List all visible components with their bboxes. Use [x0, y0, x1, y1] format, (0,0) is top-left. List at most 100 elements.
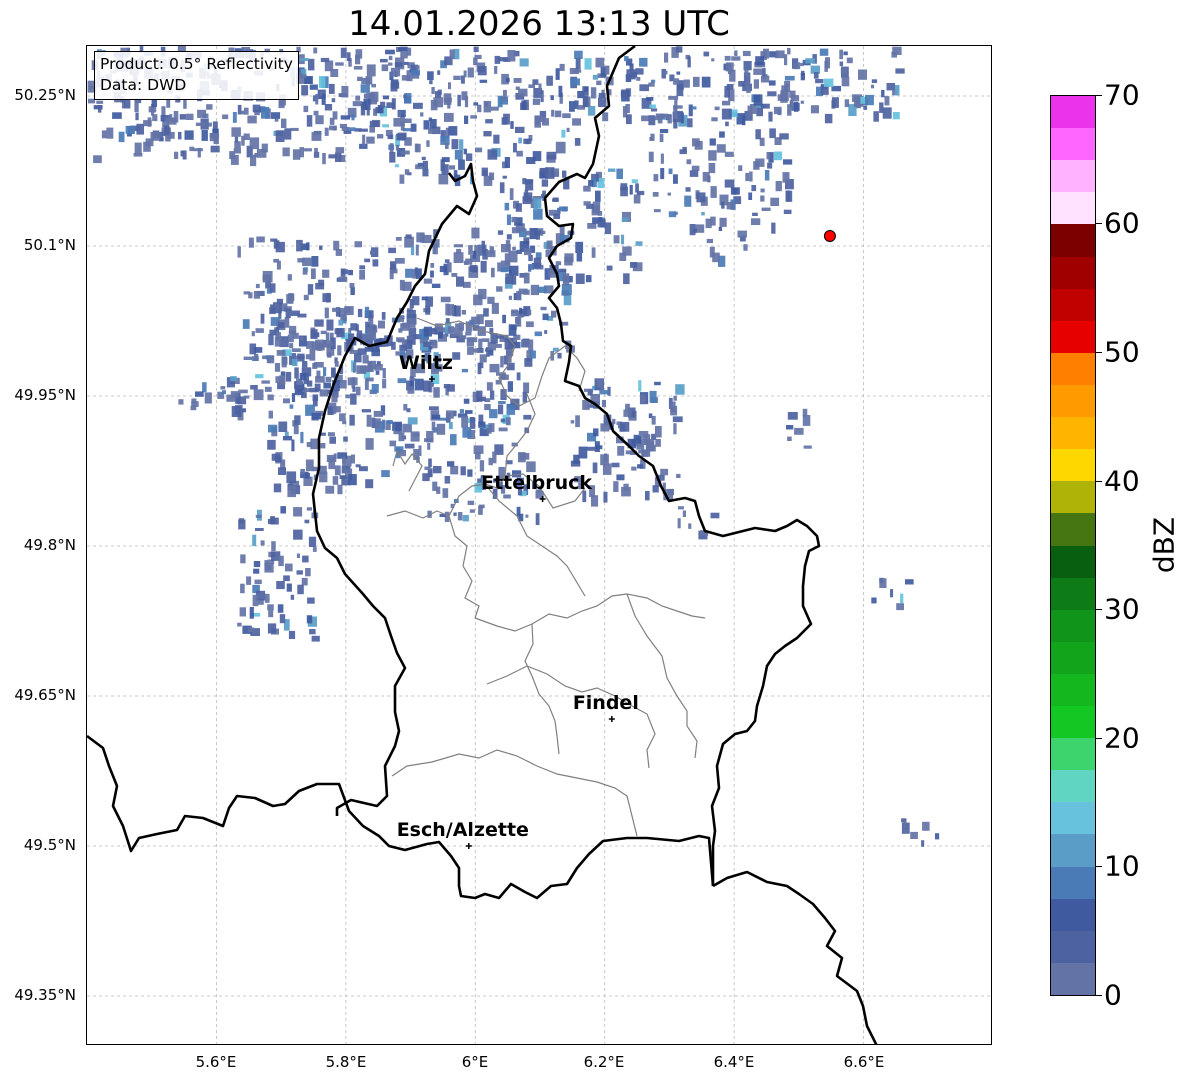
reflectivity-cell	[459, 139, 464, 150]
reflectivity-cell	[865, 94, 874, 106]
reflectivity-cell	[742, 50, 751, 57]
reflectivity-cell	[755, 56, 765, 66]
reflectivity-cell	[261, 380, 270, 384]
radar-site-marker[interactable]	[823, 230, 836, 242]
reflectivity-cell	[608, 168, 616, 172]
colorbar-segment	[1051, 224, 1095, 257]
reflectivity-cell	[527, 309, 532, 316]
reflectivity-cell	[648, 151, 654, 163]
reflectivity-cell	[779, 133, 789, 140]
reflectivity-cell	[293, 529, 303, 540]
reflectivity-cell	[382, 379, 387, 389]
reflectivity-cell	[398, 47, 408, 51]
reflectivity-cell	[404, 443, 415, 449]
reflectivity-cell	[760, 188, 765, 193]
reflectivity-cell	[752, 212, 758, 216]
radar-map[interactable]: Wiltz Ettelbruck Findel Esch/Alzette	[86, 45, 992, 1045]
reflectivity-cell	[544, 330, 548, 334]
reflectivity-cell	[506, 362, 515, 371]
reflectivity-cell	[871, 84, 875, 89]
reflectivity-cell	[282, 436, 293, 441]
reflectivity-cell	[260, 540, 265, 546]
product-label: Product: 0.5° Reflectivity	[100, 55, 293, 73]
reflectivity-cell	[494, 55, 501, 64]
city-marker: Wiltz	[399, 352, 453, 382]
data-source-label: Data: DWD	[100, 76, 187, 94]
reflectivity-cell	[654, 116, 662, 121]
reflectivity-cell	[504, 253, 510, 266]
reflectivity-cell	[646, 97, 654, 101]
reflectivity-cell	[422, 168, 429, 177]
reflectivity-cell	[414, 143, 419, 153]
reflectivity-cell	[237, 104, 242, 115]
colorbar-tick-label: 0	[1104, 978, 1122, 1012]
reflectivity-cell	[191, 401, 199, 407]
reflectivity-cell	[366, 414, 372, 427]
reflectivity-cell	[635, 68, 644, 75]
reflectivity-cell	[910, 831, 918, 839]
reflectivity-cell	[554, 110, 562, 118]
reflectivity-cell	[721, 201, 725, 209]
reflectivity-cell	[638, 380, 642, 392]
reflectivity-cell	[490, 390, 495, 400]
reflectivity-cell	[350, 323, 358, 331]
reflectivity-cell	[620, 91, 628, 98]
reflectivity-cell	[605, 65, 610, 75]
reflectivity-cell	[337, 484, 343, 495]
reflectivity-cell	[395, 237, 402, 241]
reflectivity-cell	[195, 391, 204, 397]
reflectivity-cell	[500, 356, 504, 368]
reflectivity-cell	[357, 348, 367, 355]
reflectivity-cell	[332, 307, 340, 312]
reflectivity-cell	[785, 190, 791, 202]
reflectivity-cell	[487, 149, 498, 160]
reflectivity-cell	[773, 106, 782, 115]
reflectivity-cell	[297, 353, 305, 362]
reflectivity-cell	[98, 105, 102, 113]
reflectivity-cell	[302, 74, 307, 79]
reflectivity-cell	[764, 170, 770, 181]
reflectivity-cell	[252, 594, 259, 607]
reflectivity-cell	[481, 167, 488, 176]
reflectivity-cell	[440, 296, 451, 303]
reflectivity-cell	[332, 406, 341, 413]
reflectivity-cell	[651, 79, 656, 83]
reflectivity-cell	[599, 390, 609, 395]
reflectivity-cell	[285, 563, 293, 572]
reflectivity-cell	[147, 117, 152, 127]
reflectivity-cell	[747, 105, 753, 116]
reflectivity-cell	[268, 410, 273, 419]
reflectivity-cell	[871, 79, 878, 83]
reflectivity-cell	[483, 308, 489, 317]
reflectivity-cell	[686, 159, 692, 165]
colorbar-tick-mark	[1096, 866, 1102, 867]
reflectivity-cell	[529, 264, 535, 270]
reflectivity-cell	[320, 443, 326, 449]
reflectivity-cell	[534, 205, 538, 212]
reflectivity-cell	[800, 100, 804, 104]
reflectivity-cell	[319, 389, 329, 397]
reflectivity-cell	[239, 607, 246, 617]
colorbar-segment	[1051, 898, 1095, 932]
reflectivity-cell	[325, 340, 333, 347]
reflectivity-cell	[533, 257, 542, 268]
reflectivity-cell	[840, 68, 848, 74]
reflectivity-cell	[446, 410, 454, 419]
reflectivity-cell	[407, 417, 418, 425]
reflectivity-cell	[858, 69, 867, 80]
reflectivity-cell	[774, 151, 783, 161]
reflectivity-cell	[405, 268, 413, 278]
reflectivity-cell	[431, 283, 441, 288]
reflectivity-cell	[422, 234, 432, 244]
reflectivity-cell	[583, 185, 591, 192]
reflectivity-cell	[892, 112, 900, 120]
reflectivity-cell	[810, 105, 819, 114]
reflectivity-cell	[418, 445, 422, 457]
reflectivity-cell	[381, 470, 390, 478]
reflectivity-cell	[787, 47, 791, 55]
reflectivity-cell	[558, 85, 563, 97]
reflectivity-cell	[442, 488, 449, 498]
reflectivity-cell	[409, 299, 414, 309]
reflectivity-cell	[819, 48, 829, 56]
reflectivity-cell	[457, 94, 461, 107]
